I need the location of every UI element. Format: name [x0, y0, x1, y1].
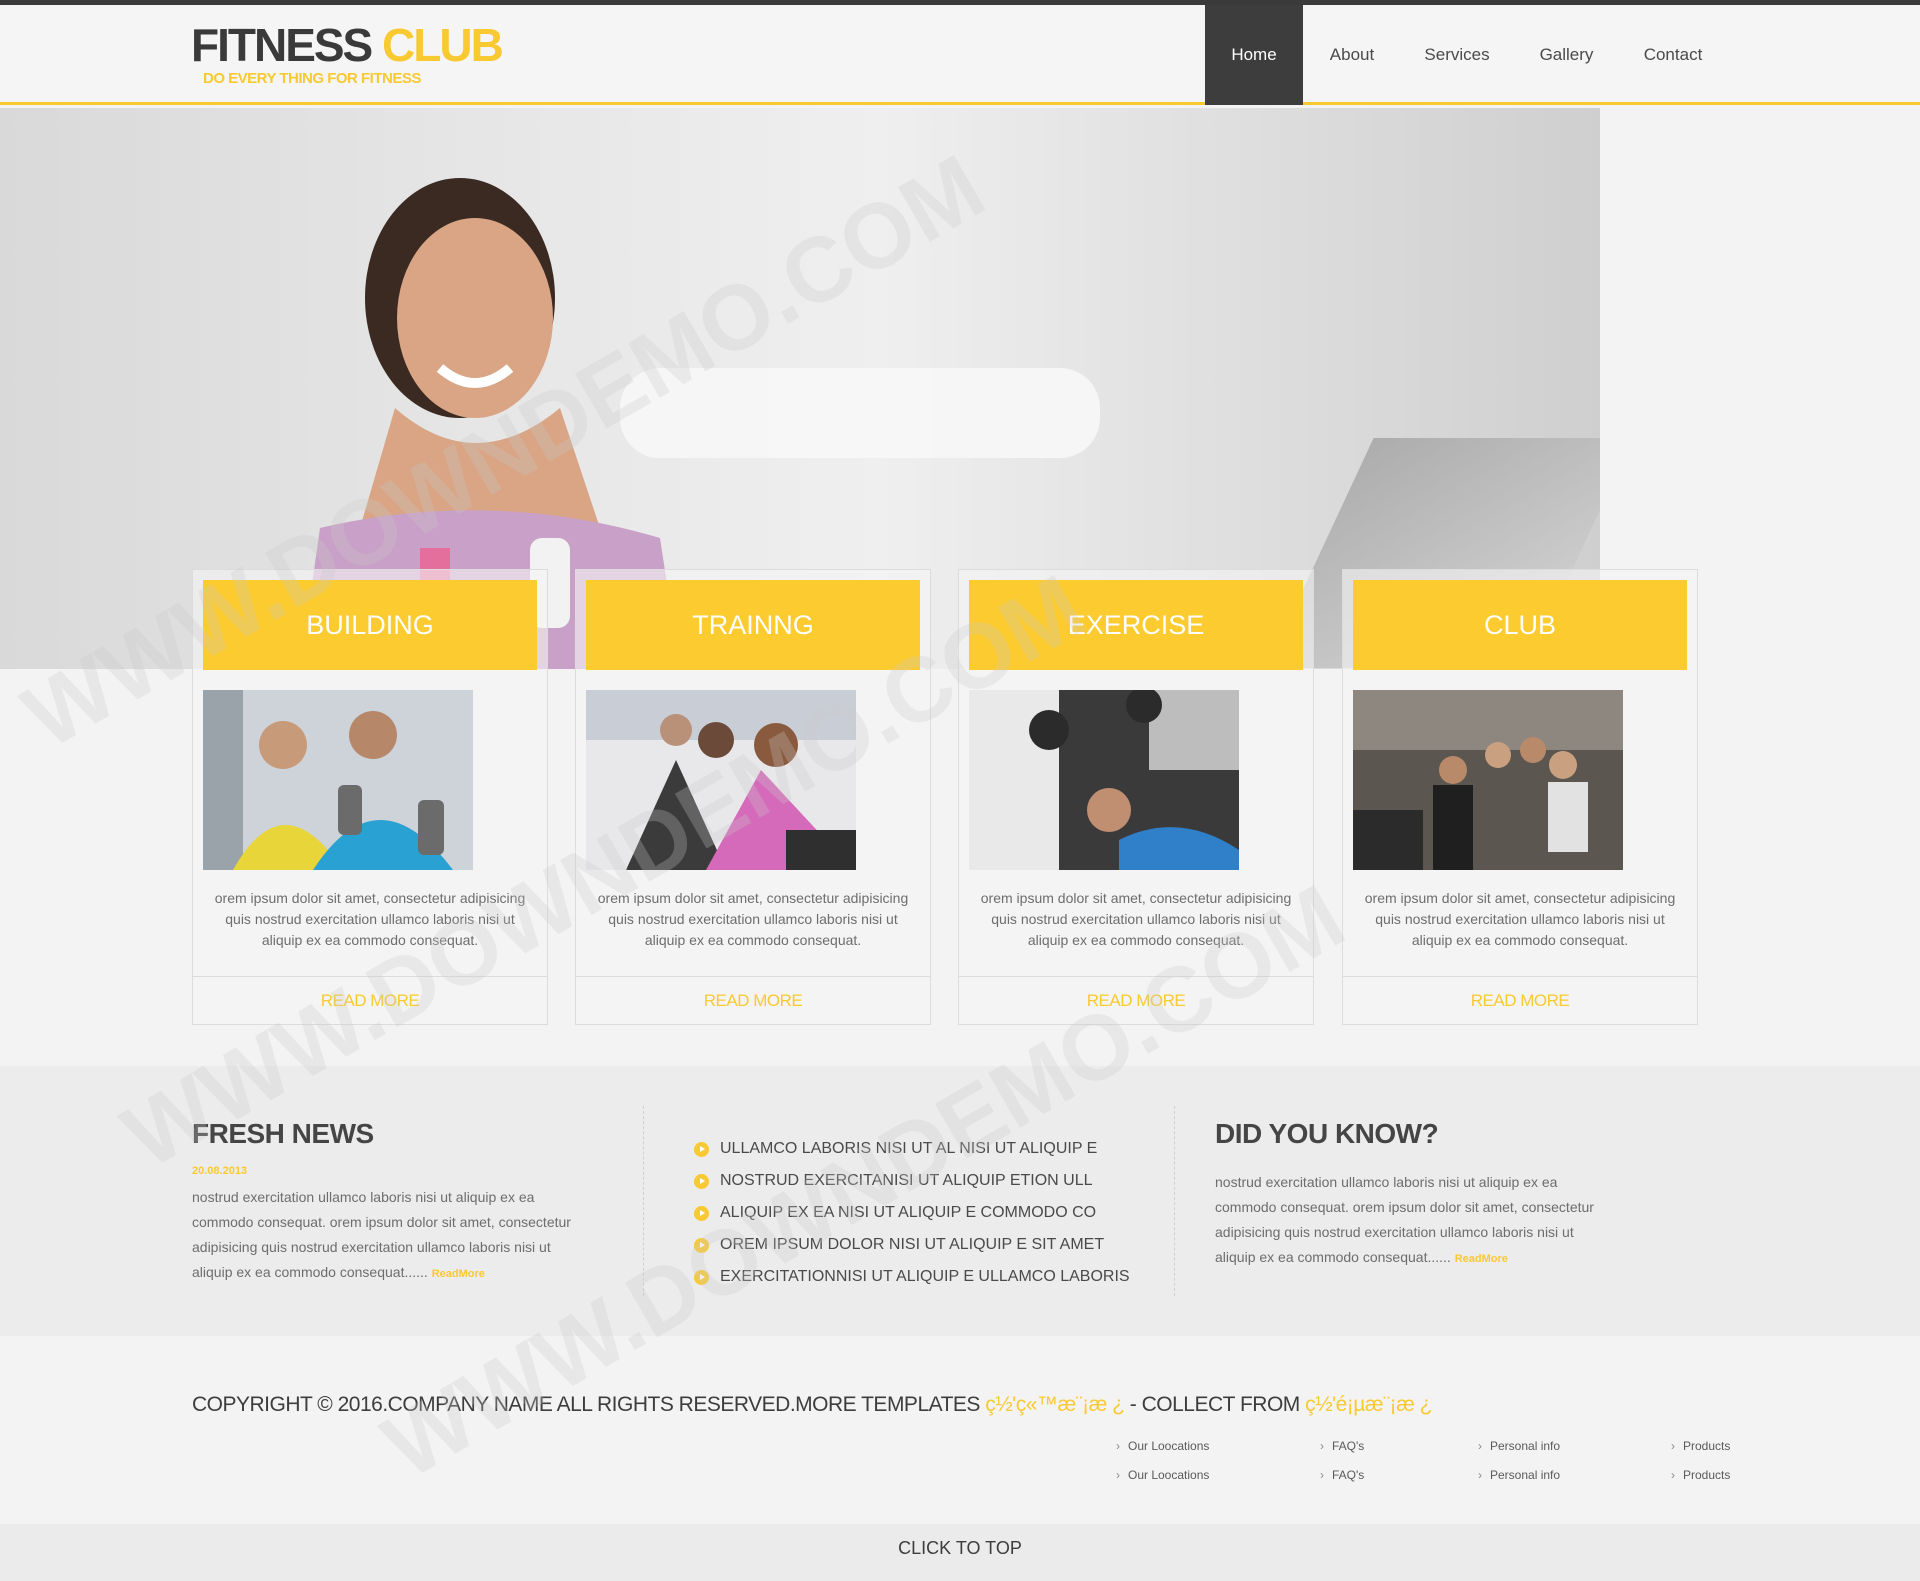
logo-tagline: DO EVERY THING FOR FITNESS — [203, 70, 421, 87]
news-text: nostrud exercitation ullamco laboris nis… — [192, 1185, 577, 1287]
did-you-know-readmore-link[interactable]: ReadMore — [1455, 1253, 1508, 1265]
main-nav: Home About Services Gallery Contact — [1205, 5, 1726, 105]
copyright-text: COPYRIGHT © 2016.COMPANY NAME ALL RIGHTS… — [192, 1393, 980, 1416]
card-description: orem ipsum dolor sit amet, consectetur a… — [214, 890, 526, 948]
click-to-top-link[interactable]: CLICK TO TOP — [0, 1538, 1920, 1559]
logo-word-club: CLUB — [382, 19, 504, 71]
list-item-label: NOSTRUD EXERCITANISI UT ALIQUIP ETION UL… — [720, 1172, 1093, 1189]
card-photo-training — [586, 690, 856, 870]
footer-link-faqs[interactable]: FAQ's — [1320, 1468, 1364, 1482]
did-you-know-title: DID YOU KNOW? — [1215, 1118, 1439, 1149]
nav-about[interactable]: About — [1303, 5, 1401, 105]
list-item[interactable]: EXERCITATIONNISI UT ALIQUIP E ULLAMCO LA… — [694, 1261, 1130, 1293]
collect-text: - COLLECT FROM — [1124, 1393, 1300, 1416]
hero-background-shape — [620, 368, 1100, 458]
site-header: FITNESS CLUB DO EVERY THING FOR FITNESS … — [0, 5, 1920, 105]
list-item-label: EXERCITATIONNISI UT ALIQUIP E ULLAMCO LA… — [720, 1268, 1130, 1285]
bullet-arrow-icon — [694, 1237, 709, 1253]
card-title: TRAINNG — [586, 580, 920, 670]
card-description: orem ipsum dolor sit amet, consectetur a… — [597, 890, 909, 948]
card-building: BUILDING orem ipsum dolor sit amet, cons… — [192, 569, 548, 1025]
card-title: BUILDING — [203, 580, 537, 670]
templates-link[interactable]: ç½'ç«™æ¨¡æ ¿ — [985, 1393, 1125, 1416]
list-item-label: ALIQUIP EX EA NISI UT ALIQUIP E COMMODO … — [720, 1204, 1097, 1221]
card-title: CLUB — [1353, 580, 1687, 670]
footer-link-personal-info[interactable]: Personal info — [1478, 1439, 1560, 1453]
card-club: CLUB orem ipsum dolor sit amet, consecte… — [1342, 569, 1698, 1025]
footer-link-products[interactable]: Products — [1671, 1439, 1730, 1453]
column-divider — [1174, 1106, 1175, 1296]
list-item[interactable]: ALIQUIP EX EA NISI UT ALIQUIP E COMMODO … — [694, 1197, 1130, 1229]
card-photo-building — [203, 690, 473, 870]
footer-link-products[interactable]: Products — [1671, 1468, 1730, 1482]
nav-gallery[interactable]: Gallery — [1513, 5, 1620, 105]
footer-link-locations[interactable]: Our Loocations — [1116, 1439, 1209, 1453]
site-logo[interactable]: FITNESS CLUB DO EVERY THING FOR FITNESS — [191, 19, 504, 87]
list-item-label: OREM IPSUM DOLOR NISI UT ALIQUIP E SIT A… — [720, 1236, 1105, 1253]
logo-title: FITNESS CLUB — [191, 19, 504, 71]
card-read-more-link[interactable]: READ MORE — [959, 976, 1313, 1024]
footer-link-faqs[interactable]: FAQ's — [1320, 1439, 1364, 1453]
list-item[interactable]: NOSTRUD EXERCITANISI UT ALIQUIP ETION UL… — [694, 1165, 1130, 1197]
card-training: TRAINNG orem ipsum dolor sit amet, conse… — [575, 569, 931, 1025]
collect-link[interactable]: ç½'é¡µæ¨¡æ ¿ — [1305, 1393, 1432, 1416]
card-read-more-link[interactable]: READ MORE — [1343, 976, 1697, 1024]
bullet-arrow-icon — [694, 1141, 709, 1157]
list-item[interactable]: ULLAMCO LABORIS NISI UT AL NISI UT ALIQU… — [694, 1133, 1130, 1165]
news-readmore-link[interactable]: ReadMore — [432, 1268, 485, 1280]
bullet-arrow-icon — [694, 1269, 709, 1285]
nav-home[interactable]: Home — [1205, 5, 1303, 105]
list-item-label: ULLAMCO LABORIS NISI UT AL NISI UT ALIQU… — [720, 1140, 1098, 1157]
card-description: orem ipsum dolor sit amet, consectetur a… — [980, 890, 1292, 948]
fresh-news-title: FRESH NEWS — [192, 1118, 374, 1149]
card-photo-exercise — [969, 690, 1239, 870]
headline-list: ULLAMCO LABORIS NISI UT AL NISI UT ALIQU… — [694, 1133, 1130, 1293]
card-description: orem ipsum dolor sit amet, consectetur a… — [1364, 890, 1676, 948]
nav-services[interactable]: Services — [1401, 5, 1513, 105]
card-exercise: EXERCISE orem ipsum dolor sit amet, cons… — [958, 569, 1314, 1025]
news-text-body: nostrud exercitation ullamco laboris nis… — [192, 1189, 571, 1280]
footer-link-personal-info[interactable]: Personal info — [1478, 1468, 1560, 1482]
nav-contact[interactable]: Contact — [1620, 5, 1726, 105]
logo-word-fitness: FITNESS — [191, 19, 373, 71]
list-item[interactable]: OREM IPSUM DOLOR NISI UT ALIQUIP E SIT A… — [694, 1229, 1130, 1261]
footer-link-locations[interactable]: Our Loocations — [1116, 1468, 1209, 1482]
bullet-arrow-icon — [694, 1173, 709, 1189]
news-date: 20.08.2013 — [192, 1165, 248, 1177]
card-read-more-link[interactable]: READ MORE — [576, 976, 930, 1024]
copyright-line: COPYRIGHT © 2016.COMPANY NAME ALL RIGHTS… — [192, 1393, 1432, 1417]
did-you-know-body: nostrud exercitation ullamco laboris nis… — [1215, 1174, 1594, 1265]
card-read-more-link[interactable]: READ MORE — [193, 976, 547, 1024]
bullet-arrow-icon — [694, 1205, 709, 1221]
card-photo-club — [1353, 690, 1623, 870]
card-title: EXERCISE — [969, 580, 1303, 670]
column-divider — [643, 1106, 644, 1296]
did-you-know-text: nostrud exercitation ullamco laboris nis… — [1215, 1170, 1615, 1272]
